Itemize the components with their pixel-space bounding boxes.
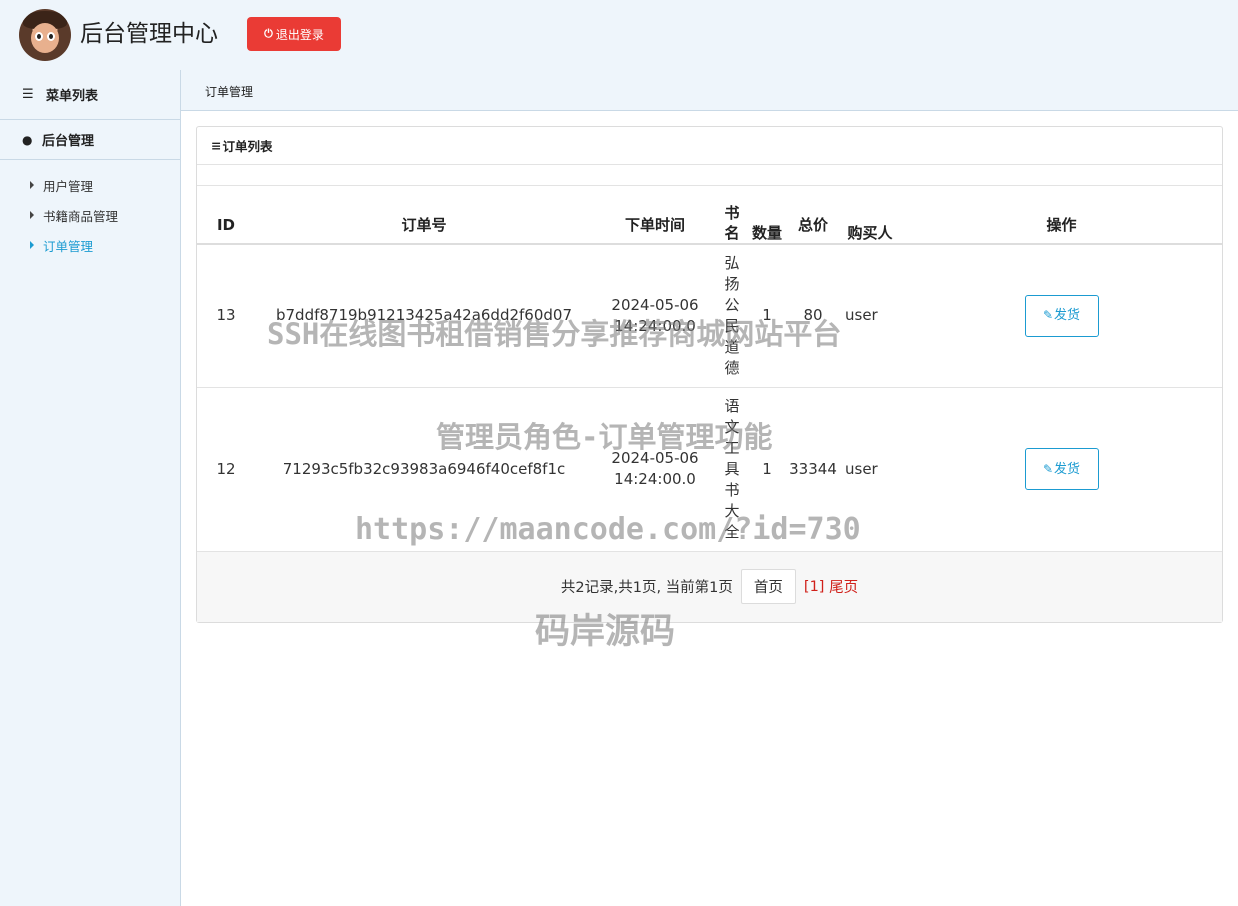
cell-id: 12 xyxy=(197,387,255,552)
sidebar-item-users[interactable]: 用户管理 xyxy=(0,170,180,200)
cell-order-no: 71293c5fb32c93983a6946f40cef8f1c xyxy=(255,387,593,552)
col-header-order-no: 订单号 xyxy=(255,186,593,245)
breadcrumb-bar: 订单管理 xyxy=(181,70,1238,111)
panel-title: ≡ 订单列表 xyxy=(197,127,1222,165)
edit-icon: ✎ xyxy=(1042,308,1054,323)
cell-buyer: user xyxy=(839,387,901,552)
pager-current-page[interactable]: [1] xyxy=(804,579,825,595)
col-header-total: 总价 xyxy=(787,186,839,245)
cell-order-no: b7ddf8719b91213425a42a6dd2f60d07 xyxy=(255,244,593,388)
pager-last-link[interactable]: 尾页 xyxy=(829,576,858,597)
col-header-buyer: 购买人 xyxy=(839,186,901,245)
app-title: 后台管理中心 xyxy=(80,21,218,47)
cell-time: 2024-05-06 14:24:00.0 xyxy=(593,244,717,388)
cell-id: 13 xyxy=(197,244,255,388)
cell-book: 弘扬公民道德 xyxy=(717,244,747,388)
col-header-time: 下单时间 xyxy=(593,186,717,245)
ship-button[interactable]: ✎ 发货 xyxy=(1024,294,1099,337)
orders-table: ID 订单号 下单时间 书名 数量 总价 购买人 操作 13 b7ddf8719… xyxy=(197,186,1222,552)
caret-right-icon xyxy=(30,211,34,219)
cell-qty: 1 xyxy=(747,244,787,388)
user-icon: ● xyxy=(22,132,33,147)
edit-icon: ✎ xyxy=(1042,461,1054,476)
col-header-action: 操作 xyxy=(901,186,1222,245)
table-header-row: ID 订单号 下单时间 书名 数量 总价 购买人 操作 xyxy=(197,186,1222,245)
col-header-id: ID xyxy=(197,186,255,245)
cell-buyer: user xyxy=(839,244,901,388)
caret-right-icon xyxy=(30,241,34,249)
cell-time: 2024-05-06 14:24:00.0 xyxy=(593,387,717,552)
caret-right-icon xyxy=(30,181,34,189)
col-header-qty: 数量 xyxy=(747,186,787,245)
orders-panel: ≡ 订单列表 ID 订单号 下单时间 书名 数量 总价 购买人 操作 13 b7… xyxy=(196,126,1223,623)
pagination: 共2记录,共1页, 当前第1页 首页 [1] 尾页 xyxy=(197,551,1222,622)
breadcrumb: 订单管理 xyxy=(205,85,254,99)
top-header: 后台管理中心 ⏻ 退出登录 xyxy=(0,0,1238,70)
table-row: 12 71293c5fb32c93983a6946f40cef8f1c 2024… xyxy=(197,387,1222,552)
sidebar: ☰ 菜单列表 ● 后台管理 用户管理 书籍商品管理 订单管理 xyxy=(0,70,181,906)
table-row: 13 b7ddf8719b91213425a42a6dd2f60d07 2024… xyxy=(197,244,1222,388)
sidebar-item-orders[interactable]: 订单管理 xyxy=(0,230,180,260)
cell-qty: 1 xyxy=(747,387,787,552)
bars-icon: ≡ xyxy=(211,138,222,153)
col-header-book: 书名 xyxy=(717,186,747,245)
avatar xyxy=(19,9,71,61)
ship-button[interactable]: ✎ 发货 xyxy=(1024,448,1099,490)
sidebar-group-admin[interactable]: ● 后台管理 xyxy=(0,120,180,160)
cell-total: 80 xyxy=(787,244,839,388)
sidebar-item-books[interactable]: 书籍商品管理 xyxy=(0,200,180,230)
cell-total: 33344 xyxy=(787,387,839,552)
logout-label: 退出登录 xyxy=(275,27,324,42)
list-icon: ☰ xyxy=(22,87,34,102)
sidebar-menu-title: ☰ 菜单列表 xyxy=(0,70,180,120)
cell-action: ✎ 发货 xyxy=(901,244,1222,388)
logout-button[interactable]: ⏻ 退出登录 xyxy=(247,17,341,51)
cell-book: 语文工具书大全 xyxy=(717,387,747,552)
pager-summary: 共2记录,共1页, 当前第1页 xyxy=(560,580,733,596)
cell-action: ✎ 发货 xyxy=(901,387,1222,552)
power-icon: ⏻ xyxy=(264,27,273,40)
pager-first-button[interactable]: 首页 xyxy=(740,569,796,604)
